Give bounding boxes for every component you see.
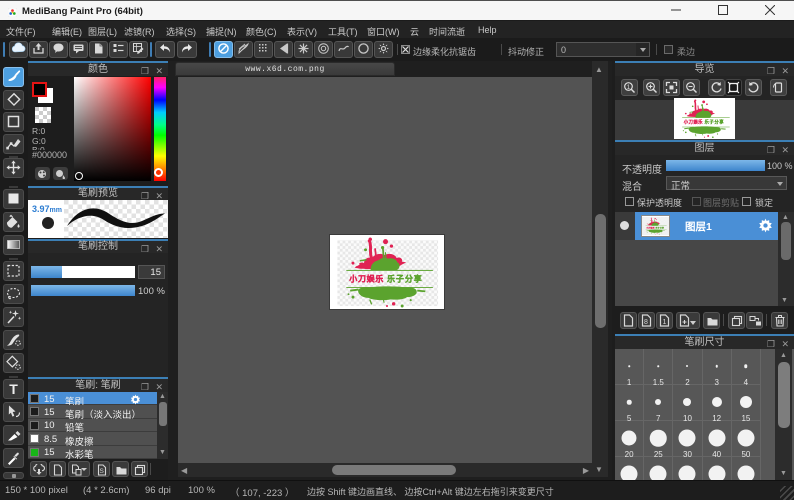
svg-text:乐子分享: 乐子分享 <box>387 273 422 283</box>
svg-text:S: S <box>100 468 105 475</box>
svg-text:小刀娱乐: 小刀娱乐 <box>348 273 383 283</box>
svg-text:1: 1 <box>663 319 667 326</box>
svg-text:8: 8 <box>644 319 648 326</box>
